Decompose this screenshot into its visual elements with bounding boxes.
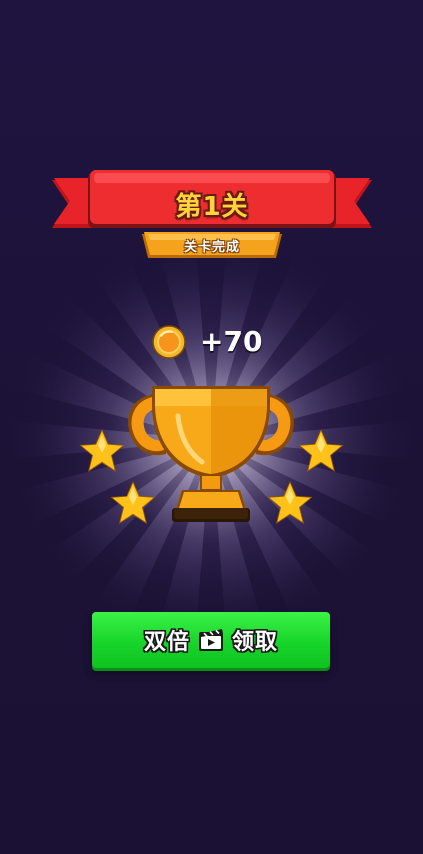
claim-label: 领取 — [232, 630, 279, 655]
level-complete-label: 关卡完成 — [183, 240, 240, 255]
level-title: 第1关 — [175, 192, 249, 222]
coin-icon — [152, 325, 186, 359]
double-claim-button[interactable]: 双倍 领取 — [92, 612, 330, 668]
level-banner: 第1关 关卡完成 — [50, 168, 374, 268]
coin-reward: +70 — [150, 323, 290, 363]
level-complete-screen: 第1关 关卡完成 +70 双倍 领取 — [0, 0, 423, 854]
double-label: 双倍 — [143, 630, 190, 655]
video-ad-icon — [199, 629, 223, 651]
coin-amount: +70 — [200, 325, 263, 358]
trophy-icon — [128, 386, 294, 522]
star-icon — [298, 429, 344, 472]
star-icon — [79, 429, 125, 472]
